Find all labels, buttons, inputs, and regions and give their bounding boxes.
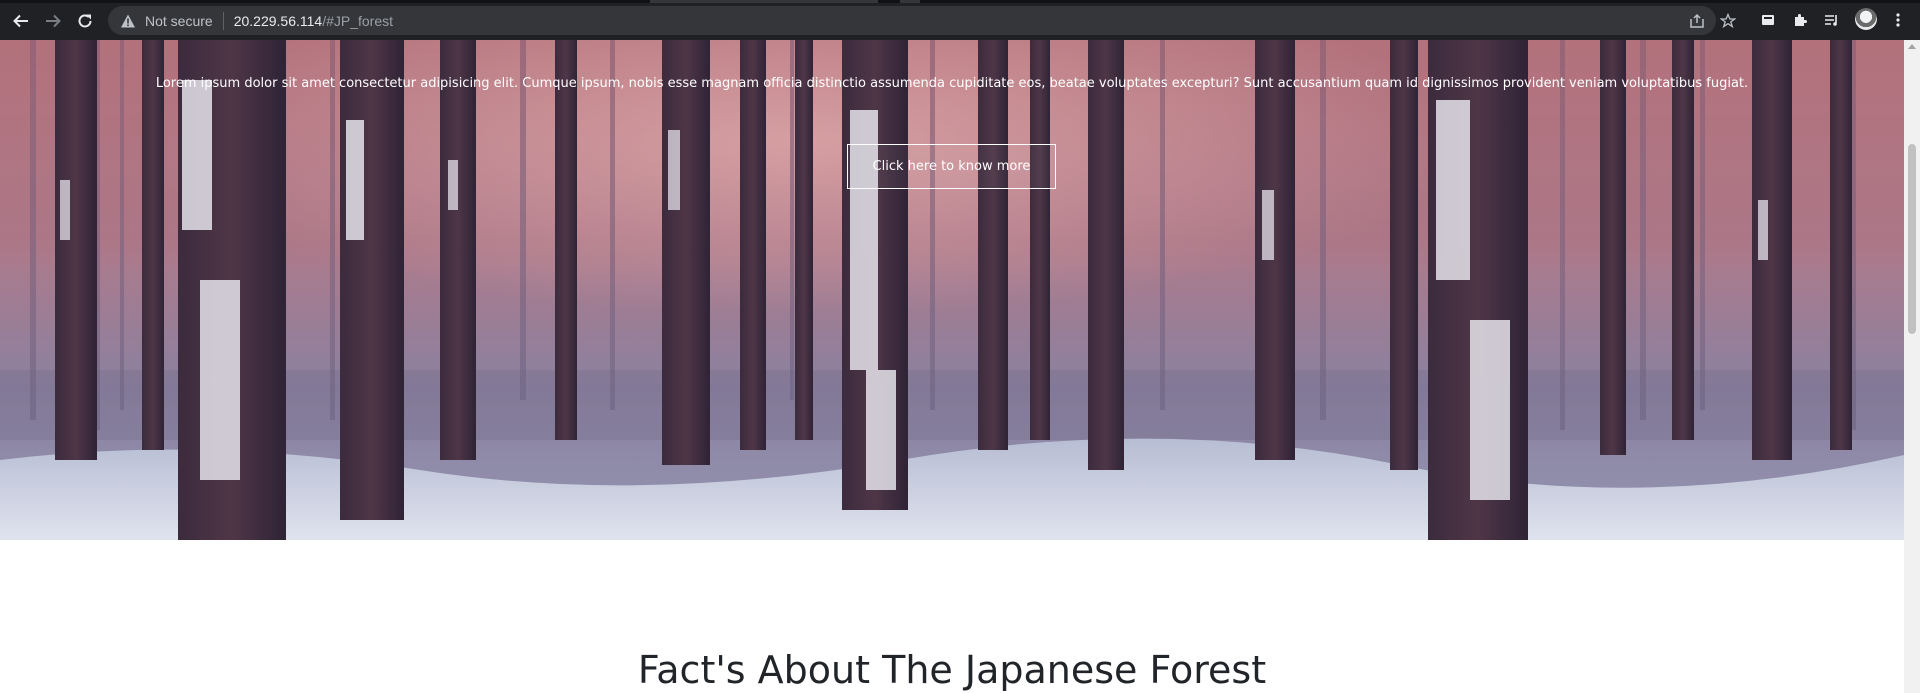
menu-icon[interactable] [1888, 10, 1908, 30]
reload-icon [78, 14, 92, 28]
security-label[interactable]: Not secure [145, 13, 213, 29]
profile-avatar[interactable] [1855, 8, 1877, 30]
forest-background-image [0, 40, 1904, 540]
reload-button[interactable] [73, 9, 97, 33]
url-text[interactable]: 20.229.56.114/#JP_forest [234, 13, 393, 29]
hero-paragraph: Lorem ipsum dolor sit amet consectetur a… [155, 76, 1749, 91]
hero-banner: Lorem ipsum dolor sit amet consectetur a… [0, 40, 1904, 540]
know-more-button[interactable]: Click here to know more [847, 144, 1056, 189]
address-divider [222, 11, 224, 30]
share-icon[interactable] [1687, 11, 1707, 31]
section-title: Fact's About The Japanese Forest [637, 648, 1267, 692]
reading-list-icon[interactable] [1822, 10, 1842, 30]
back-icon [13, 14, 28, 28]
page-scrollbar[interactable] [1904, 40, 1920, 693]
star-icon[interactable] [1718, 11, 1738, 31]
tab-strip-edge [0, 0, 1920, 3]
warning-icon[interactable] [120, 13, 136, 29]
scroll-thumb[interactable] [1908, 144, 1916, 334]
forward-button[interactable] [41, 9, 65, 33]
back-button[interactable] [9, 9, 33, 33]
scroll-up-icon[interactable] [1908, 44, 1916, 49]
page-viewport: Lorem ipsum dolor sit amet consectetur a… [0, 40, 1904, 693]
tab-edge [650, 0, 878, 3]
url-host: 20.229.56.114 [233, 12, 323, 29]
tab-edge [900, 0, 920, 3]
url-path: /#JP_forest [322, 12, 394, 29]
extensions-icon[interactable] [1790, 10, 1810, 30]
address-bar[interactable]: Not secure 20.229.56.114/#JP_forest [108, 6, 1736, 35]
cast-icon[interactable] [1758, 10, 1778, 30]
browser-toolbar: Not secure 20.229.56.114/#JP_forest [0, 0, 1920, 40]
forward-icon [46, 14, 61, 28]
